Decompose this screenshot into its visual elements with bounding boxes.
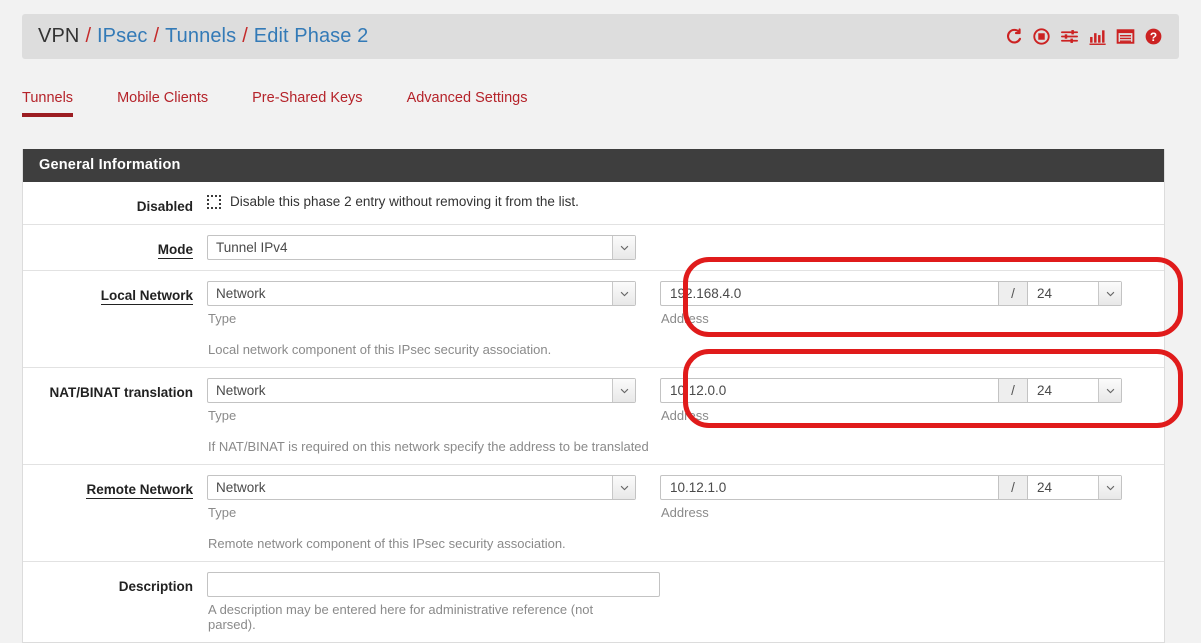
- nat-binat-type-select[interactable]: Network: [207, 378, 636, 403]
- panel-title: General Information: [23, 149, 1164, 182]
- breadcrumb-separator: /: [242, 25, 248, 47]
- tab-mobile-clients[interactable]: Mobile Clients: [117, 86, 208, 117]
- label-nat-binat-translation: NAT/BINAT translation: [49, 385, 194, 400]
- chevron-down-icon: [612, 282, 635, 305]
- tab-bar: Tunnels Mobile Clients Pre-Shared Keys A…: [22, 86, 1179, 126]
- nat-binat-mask-value: 24: [1037, 383, 1053, 398]
- row-nat-binat-translation: NAT/BINAT translation Network Type 10.12…: [23, 368, 1164, 465]
- breadcrumb-separator: /: [85, 25, 91, 47]
- nat-binat-type-value: Network: [216, 383, 266, 398]
- header-icon-group: ?: [1004, 27, 1163, 46]
- general-information-panel: General Information Disabled Disable thi…: [22, 149, 1165, 643]
- nat-binat-type-help: Type: [208, 408, 237, 423]
- local-network-row-help: Local network component of this IPsec se…: [208, 342, 552, 357]
- row-remote-network: Remote Network Network Type 10.12.1.0 /: [23, 465, 1164, 562]
- remote-network-address-value: 10.12.1.0: [670, 480, 727, 495]
- local-network-address-value: 192.168.4.0: [670, 286, 742, 301]
- remote-network-mask-value: 24: [1037, 480, 1053, 495]
- mode-select[interactable]: Tunnel IPv4: [207, 235, 636, 260]
- local-network-type-value: Network: [216, 286, 266, 301]
- nat-binat-address-help: Address: [661, 408, 709, 423]
- svg-text:?: ?: [1150, 30, 1157, 44]
- local-network-address-help: Address: [661, 311, 709, 326]
- remote-network-type-value: Network: [216, 480, 266, 495]
- chevron-down-icon: [1098, 476, 1121, 499]
- remote-network-mask-select[interactable]: 24: [1027, 475, 1122, 500]
- breadcrumb-item-vpn[interactable]: VPN: [38, 25, 79, 48]
- bar-chart-icon[interactable]: [1088, 27, 1107, 46]
- label-local-network: Local Network: [100, 288, 193, 305]
- tab-pre-shared-keys[interactable]: Pre-Shared Keys: [252, 86, 362, 117]
- disabled-checkbox[interactable]: [207, 194, 221, 209]
- chevron-down-icon: [612, 236, 635, 259]
- local-network-type-help: Type: [208, 311, 237, 326]
- label-description: Description: [118, 579, 193, 594]
- label-mode: Mode: [157, 242, 193, 259]
- label-remote-network: Remote Network: [86, 482, 193, 499]
- tab-tunnels[interactable]: Tunnels: [22, 86, 74, 117]
- chevron-down-icon: [1098, 379, 1121, 402]
- breadcrumb-separator: /: [153, 25, 160, 47]
- row-description: Description A description may be entered…: [23, 562, 1164, 642]
- breadcrumb: VPN / IPsec / Tunnels / Edit Phase 2: [38, 25, 1004, 48]
- list-icon[interactable]: [1116, 27, 1135, 46]
- chevron-down-icon: [612, 476, 635, 499]
- chevron-down-icon: [1098, 282, 1121, 305]
- remote-network-address-help: Address: [661, 505, 709, 520]
- row-local-network: Local Network Network Type 192.168.4.0 /: [23, 271, 1164, 368]
- chevron-down-icon: [612, 379, 635, 402]
- local-network-mask-select[interactable]: 24: [1027, 281, 1122, 306]
- nat-binat-address-input[interactable]: 10.12.0.0: [660, 378, 999, 403]
- breadcrumb-item-edit-phase-2[interactable]: Edit Phase 2: [254, 25, 369, 48]
- local-network-type-select[interactable]: Network: [207, 281, 636, 306]
- nat-binat-slash-addon: /: [999, 378, 1027, 403]
- remote-network-type-help: Type: [208, 505, 237, 520]
- disabled-checkbox-label: Disable this phase 2 entry without remov…: [230, 194, 579, 209]
- breadcrumb-bar: VPN / IPsec / Tunnels / Edit Phase 2 ?: [22, 14, 1179, 59]
- remote-network-row-help: Remote network component of this IPsec s…: [208, 536, 566, 551]
- description-help: A description may be entered here for ad…: [208, 602, 594, 632]
- remote-network-type-select[interactable]: Network: [207, 475, 636, 500]
- breadcrumb-item-ipsec[interactable]: IPsec: [97, 25, 148, 48]
- nat-binat-row-help: If NAT/BINAT is required on this network…: [208, 439, 649, 454]
- row-disabled: Disabled Disable this phase 2 entry with…: [23, 182, 1164, 225]
- remote-network-address-input[interactable]: 10.12.1.0: [660, 475, 999, 500]
- local-network-mask-value: 24: [1037, 286, 1053, 301]
- local-network-address-input[interactable]: 192.168.4.0: [660, 281, 999, 306]
- row-mode: Mode Tunnel IPv4: [23, 225, 1164, 271]
- tab-advanced-settings[interactable]: Advanced Settings: [407, 86, 528, 117]
- sliders-icon[interactable]: [1060, 27, 1079, 46]
- help-icon[interactable]: ?: [1144, 27, 1163, 46]
- mode-select-value: Tunnel IPv4: [216, 240, 288, 255]
- breadcrumb-item-tunnels[interactable]: Tunnels: [165, 25, 236, 48]
- label-disabled: Disabled: [136, 199, 193, 214]
- local-network-slash-addon: /: [999, 281, 1027, 306]
- stop-icon[interactable]: [1032, 27, 1051, 46]
- refresh-icon[interactable]: [1004, 27, 1023, 46]
- remote-network-slash-addon: /: [999, 475, 1027, 500]
- nat-binat-address-value: 10.12.0.0: [670, 383, 727, 398]
- nat-binat-mask-select[interactable]: 24: [1027, 378, 1122, 403]
- description-input[interactable]: [207, 572, 660, 597]
